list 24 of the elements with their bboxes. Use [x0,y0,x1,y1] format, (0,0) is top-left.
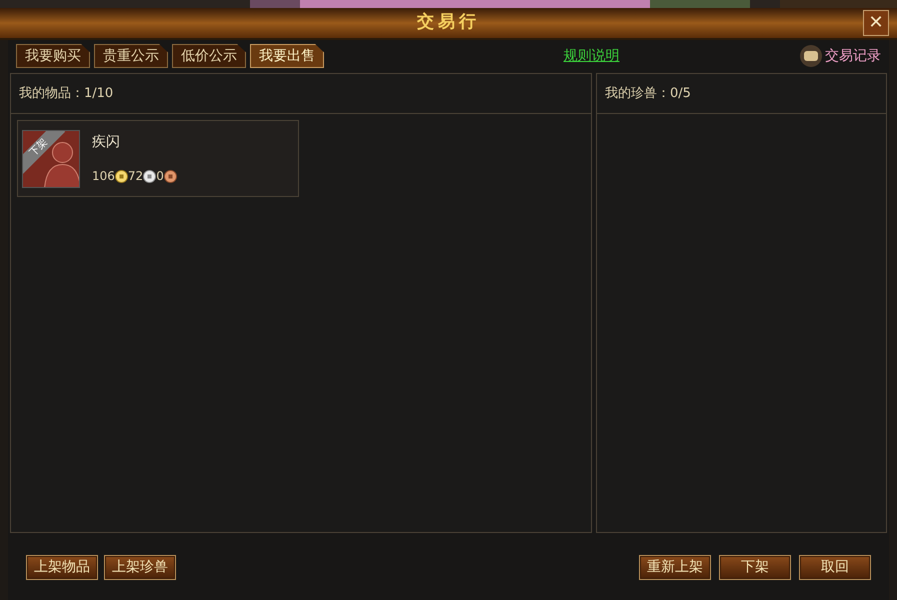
item-card[interactable]: 下架 疾闪 106 72 0 [17,120,299,197]
coin-icon [164,170,177,182]
action-button[interactable]: 取回 [799,555,871,580]
rules-link[interactable]: 规则说明 [564,46,620,66]
item-name: 疾闪 [92,133,121,152]
tab[interactable]: 我要出售 [250,44,324,68]
close-button[interactable]: ✕ [863,10,889,36]
panel-title: 我的物品：1/10 [19,84,114,103]
coin-amount: 72 [128,168,144,185]
action-button[interactable]: 下架 [719,555,791,580]
coin-amount: 0 [156,168,164,185]
action-button[interactable]: 上架物品 [26,555,98,580]
tab[interactable]: 我要购买 [16,44,90,68]
coin-icon [143,170,156,182]
trade-history-link[interactable]: 交易记录 [825,46,881,66]
action-button[interactable]: 重新上架 [639,555,711,580]
panel-title: 我的珍兽：0/5 [605,84,691,103]
coin-icon [114,170,128,182]
tab[interactable]: 贵重公示 [94,44,168,68]
tab[interactable]: 低价公示 [172,44,246,68]
window-title: 交易行 [417,11,480,34]
coin-amount: 106 [92,168,115,185]
scroll-icon [799,44,823,68]
action-button[interactable]: 上架珍兽 [104,555,176,580]
